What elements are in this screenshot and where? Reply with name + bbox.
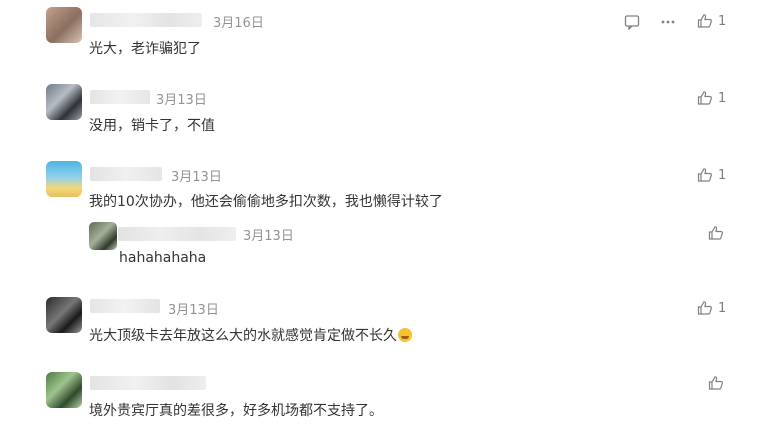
username[interactable] (90, 90, 150, 104)
reply-date: 3月13日 (243, 229, 294, 244)
reply-item: 3月13日 hahahahaha (0, 215, 767, 275)
avatar[interactable] (46, 7, 82, 43)
comment-icon[interactable] (624, 14, 640, 34)
more-icon[interactable] (660, 14, 676, 34)
like-count: 1 (718, 300, 727, 316)
thumbs-up-icon (697, 14, 712, 28)
comment-text-body: 光大顶级卡去年放这么大的水就感觉肯定做不长久 (89, 328, 397, 344)
username[interactable] (90, 167, 162, 181)
avatar[interactable] (46, 84, 82, 120)
comment-text: 光大，老诈骗犯了 (89, 41, 201, 57)
comment-text: 境外贵宾厅真的差很多，好多机场都不支持了。 (89, 403, 383, 419)
comment-date: 3月13日 (168, 303, 219, 318)
like-count: 1 (718, 90, 727, 106)
like-button[interactable] (708, 225, 724, 241)
like-button[interactable]: 1 (697, 300, 726, 316)
reply-text: hahahahaha (119, 250, 207, 266)
avatar[interactable] (46, 372, 82, 408)
comment-text: 我的10次协办，他还会偷偷地多扣次数，我也懒得计较了 (89, 194, 443, 210)
comment-item: 3月13日 1 没用，销卡了，不值 (0, 78, 767, 148)
avatar[interactable] (46, 161, 82, 197)
username[interactable] (90, 299, 160, 313)
facepalm-emoji (398, 328, 412, 342)
like-count: 1 (718, 167, 727, 183)
avatar[interactable] (89, 222, 117, 250)
thumbs-up-icon (697, 301, 712, 315)
like-button[interactable]: 1 (697, 90, 726, 106)
thumbs-up-icon (708, 226, 723, 240)
like-button[interactable] (708, 375, 724, 391)
comment-date: 3月13日 (171, 170, 222, 185)
comment-item: 3月16日 1 光大，老诈骗犯了 (0, 0, 767, 70)
username[interactable] (90, 376, 206, 390)
like-button[interactable]: 1 (697, 13, 726, 29)
like-button[interactable]: 1 (697, 167, 726, 183)
comment-text: 没用，销卡了，不值 (89, 118, 215, 134)
username[interactable] (118, 227, 236, 241)
like-count: 1 (718, 13, 727, 29)
comment-item: 境外贵宾厅真的差很多，好多机场都不支持了。 (0, 367, 767, 436)
avatar[interactable] (46, 297, 82, 333)
comment-item: 3月13日 1 我的10次协办，他还会偷偷地多扣次数，我也懒得计较了 3月13日… (0, 155, 767, 291)
comment-date: 3月16日 (213, 16, 264, 31)
thumbs-up-icon (708, 376, 723, 390)
comment-text: 光大顶级卡去年放这么大的水就感觉肯定做不长久 (89, 325, 412, 345)
username[interactable] (90, 13, 202, 27)
thumbs-up-icon (697, 91, 712, 105)
comment-item: 3月13日 1 光大顶级卡去年放这么大的水就感觉肯定做不长久 (0, 291, 767, 363)
thumbs-up-icon (697, 168, 712, 182)
comment-date: 3月13日 (156, 93, 207, 108)
